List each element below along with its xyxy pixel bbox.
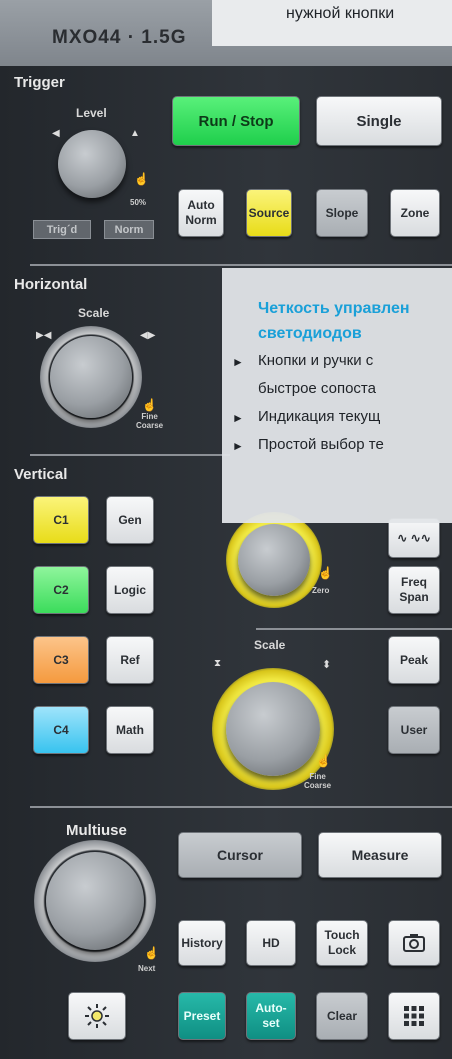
source-button[interactable]: Source [246, 189, 292, 237]
trigger-level-knob[interactable] [58, 130, 126, 198]
vertical-offset-knob[interactable] [238, 524, 310, 596]
apps-grid-icon [404, 1006, 424, 1026]
freq-span-button[interactable]: Freq Span [388, 566, 440, 614]
top-callout: нужной кнопки [212, 0, 452, 46]
measure-button[interactable]: Measure [318, 832, 442, 878]
history-button[interactable]: History [178, 920, 226, 966]
finger-icon: ☝ [142, 398, 157, 412]
c1-button[interactable]: C1 [33, 496, 89, 544]
multiuse-next-label: Next [138, 964, 156, 973]
model-label: MXO44 · 1.5G [52, 27, 187, 48]
finger-icon: ☝ [134, 172, 149, 186]
c2-button[interactable]: C2 [33, 566, 89, 614]
user-button[interactable]: User [388, 706, 440, 754]
hd-button[interactable]: HD [246, 920, 296, 966]
vertical-zero-label: Zero [312, 586, 330, 595]
separator [30, 806, 452, 808]
camera-icon [403, 934, 425, 952]
cursor-button[interactable]: Cursor [178, 832, 302, 878]
top-callout-text: нужной кнопки [286, 5, 395, 22]
single-button[interactable]: Single [316, 96, 442, 146]
separator [30, 264, 452, 266]
multiuse-title: Multiuse [66, 822, 127, 839]
apps-button[interactable] [388, 992, 440, 1040]
clear-button[interactable]: Clear [316, 992, 368, 1040]
bullet-arrow-icon: ► [232, 411, 244, 425]
arrow-right-icon: ▶◀ [36, 330, 52, 341]
callout-title: Четкость управлен светодиодов [258, 300, 410, 342]
finger-icon: ☝ [144, 946, 159, 960]
brightness-button[interactable] [68, 992, 126, 1040]
norm-indicator: Norm [104, 220, 154, 239]
horizontal-fine-coarse-label: Fine Coarse [136, 412, 164, 430]
trigger-pct-label: 50% [130, 198, 147, 207]
trigd-indicator: Trig´d [33, 220, 91, 239]
brightness-icon [85, 1004, 109, 1028]
vertical-title: Vertical [14, 466, 68, 483]
arrow-up-icon: ▲ [130, 128, 140, 139]
zone-button[interactable]: Zone [390, 189, 440, 237]
callout-bullet: Индикация текущ [258, 408, 381, 425]
separator [256, 628, 452, 630]
vertical-scale-knob[interactable] [226, 682, 320, 776]
horizontal-scale-knob[interactable] [50, 336, 132, 418]
callout-bullet: быстрое сопоста [258, 380, 376, 397]
multiuse-knob[interactable] [46, 852, 144, 950]
arrow-left-icon: ⧗ [214, 658, 222, 669]
callout-bullet: Простой выбор те [258, 436, 384, 453]
arrow-left-icon: ◀▶ [140, 330, 156, 341]
c3-button[interactable]: C3 [33, 636, 89, 684]
autoset-button[interactable]: Auto- set [246, 992, 296, 1040]
vertical-fine-coarse-label: Fine Coarse [304, 772, 332, 790]
spectrum-wave-button[interactable]: ∿ ∿∿ [388, 518, 440, 558]
touch-lock-button[interactable]: Touch Lock [316, 920, 368, 966]
trigger-level-label: Level [76, 106, 107, 120]
preset-button[interactable]: Preset [178, 992, 226, 1040]
run-stop-button[interactable]: Run / Stop [172, 96, 300, 146]
horizontal-scale-label: Scale [78, 306, 110, 320]
ref-button[interactable]: Ref [106, 636, 154, 684]
callout-bullet: Кнопки и ручки с [258, 352, 374, 369]
arrow-left-icon: ◀ [52, 128, 60, 139]
finger-icon: ☝ [318, 566, 333, 580]
c4-button[interactable]: C4 [33, 706, 89, 754]
feature-callout: Четкость управлен светодиодов ► Кнопки и… [222, 268, 452, 523]
arrow-up-icon: ⬍ [322, 659, 332, 671]
screenshot-button[interactable] [388, 920, 440, 966]
bullet-arrow-icon: ► [232, 355, 244, 369]
math-button[interactable]: Math [106, 706, 154, 754]
bullet-arrow-icon: ► [232, 439, 244, 453]
slope-button[interactable]: Slope [316, 189, 368, 237]
logic-button[interactable]: Logic [106, 566, 154, 614]
vertical-scale-label: Scale [254, 638, 286, 652]
auto-norm-button[interactable]: Auto Norm [178, 189, 224, 237]
horizontal-title: Horizontal [14, 276, 88, 293]
trigger-title: Trigger [14, 74, 65, 91]
separator [30, 454, 230, 456]
peak-button[interactable]: Peak [388, 636, 440, 684]
gen-button[interactable]: Gen [106, 496, 154, 544]
finger-icon: ☝ [316, 754, 331, 768]
